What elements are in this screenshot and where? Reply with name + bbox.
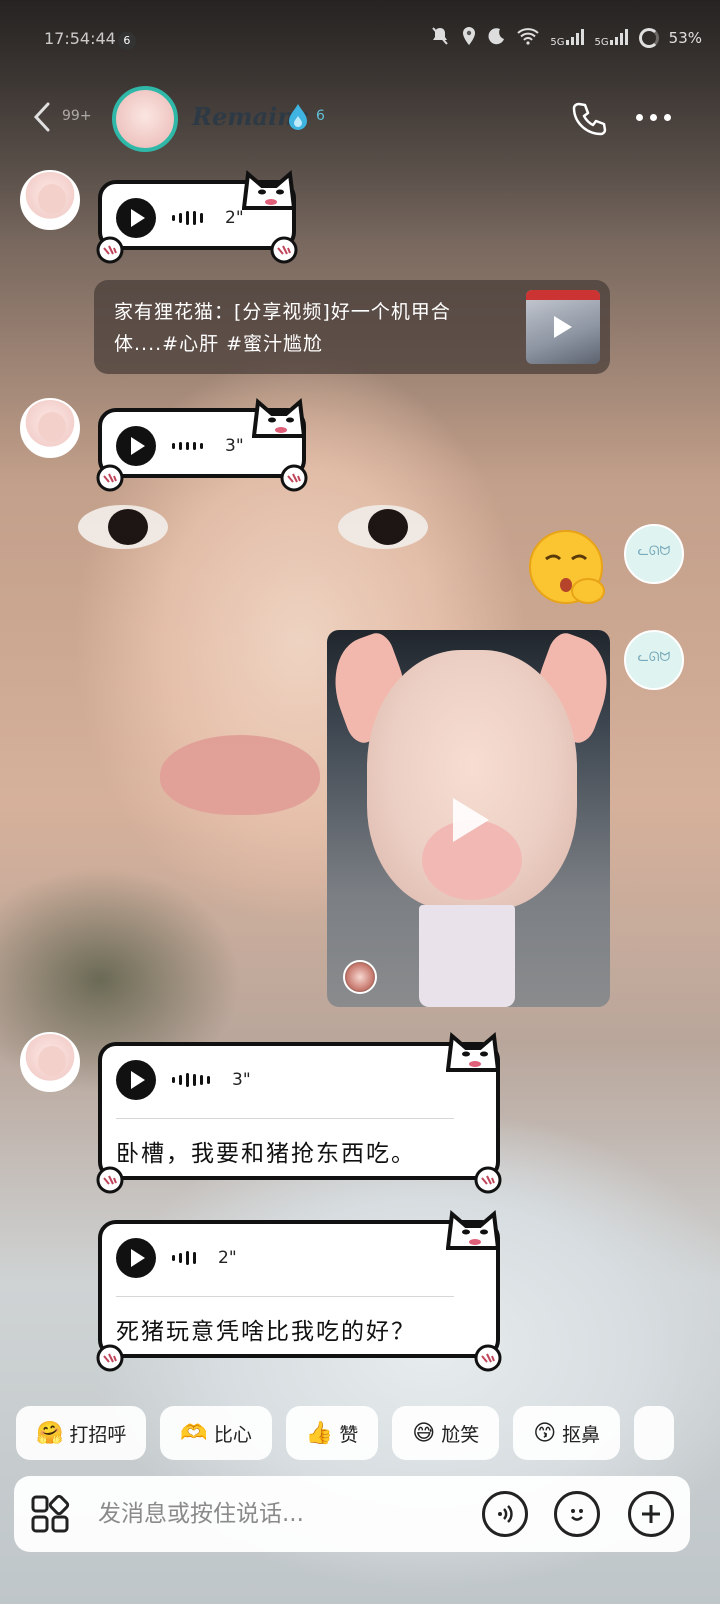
paw-decoration-icon	[474, 1166, 502, 1194]
voice-waveform	[172, 211, 203, 225]
voice-waveform	[172, 1073, 210, 1087]
quick-reply-nose-pick[interactable]: 😙 抠鼻	[513, 1406, 621, 1460]
location-icon	[460, 26, 478, 50]
paw-decoration-icon	[96, 464, 124, 492]
moon-icon	[488, 27, 506, 49]
voice-message[interactable]: 3"	[96, 398, 308, 492]
sound-wave-icon	[498, 1505, 513, 1523]
system-icons: 5G 5G 53%	[430, 26, 702, 50]
battery-icon	[638, 28, 659, 48]
cat-ear-decoration-icon	[242, 170, 296, 210]
streak-count: 6	[316, 108, 325, 124]
apps-grid-icon[interactable]	[30, 1494, 70, 1534]
my-avatar[interactable]	[624, 524, 684, 584]
paw-decoration-icon	[96, 1344, 124, 1372]
voice-message[interactable]: 2"	[96, 170, 298, 264]
unread-count: 99+	[62, 108, 92, 124]
quick-reply-hello[interactable]: 🤗 打招呼	[16, 1406, 147, 1460]
paw-decoration-icon	[474, 1344, 502, 1372]
paw-decoration-icon	[96, 236, 124, 264]
voice-input-button[interactable]	[482, 1491, 528, 1537]
play-voice-button[interactable]	[116, 1060, 156, 1100]
voice-transcript: 卧槽，我要和猪抢东西吃。	[116, 1141, 416, 1167]
voice-duration: 2"	[225, 208, 244, 228]
thinking-shush-emoji-icon	[529, 530, 605, 604]
streak-drop-icon	[286, 102, 310, 132]
video-message[interactable]	[327, 630, 610, 1007]
hug-emoji-icon: 🤗	[36, 1420, 64, 1446]
heart-hands-emoji-icon: 🫶	[180, 1420, 208, 1446]
voice-waveform	[172, 1251, 196, 1265]
voice-message-with-transcript[interactable]: 2" 死猪玩意凭啥比我吃的好？	[96, 1210, 502, 1372]
message-input[interactable]	[98, 1494, 458, 1534]
shared-video-card[interactable]: 家有狸花猫：[分享视频]好一个机甲合体....#心肝 #蜜汁尴尬	[94, 280, 610, 374]
thumbs-up-emoji-icon: 👍	[305, 1420, 334, 1446]
voice-duration: 3"	[232, 1070, 251, 1090]
phone-icon	[572, 102, 607, 136]
sender-avatar[interactable]	[20, 170, 80, 230]
signal-5g-icon: 5G	[550, 28, 584, 48]
call-button[interactable]	[570, 100, 608, 138]
status-time: 17:54:44 6	[44, 29, 136, 50]
voice-duration: 3"	[225, 436, 244, 456]
shared-video-text: 家有狸花猫：[分享视频]好一个机甲合体....#心肝 #蜜汁尴尬	[114, 301, 451, 355]
quick-reply-heart[interactable]: 🫶 比心	[160, 1406, 272, 1460]
contact-avatar[interactable]	[112, 86, 178, 152]
paw-decoration-icon	[280, 464, 308, 492]
voice-transcript: 死猪玩意凭啥比我吃的好？	[116, 1319, 416, 1345]
cat-ear-decoration-icon	[446, 1032, 500, 1072]
quick-reply-like[interactable]: 👍 赞	[285, 1406, 379, 1460]
plus-icon	[642, 1505, 660, 1523]
nose-pick-emoji-icon: 😙	[533, 1420, 557, 1446]
cat-ear-decoration-icon	[446, 1210, 500, 1250]
message-input-bar	[14, 1476, 690, 1552]
add-button[interactable]	[628, 1491, 674, 1537]
signal-5g-icon-2: 5G	[595, 28, 629, 48]
shared-video-thumbnail[interactable]	[526, 290, 600, 364]
play-voice-button[interactable]	[116, 426, 156, 466]
paw-decoration-icon	[96, 1166, 124, 1194]
video-author-avatar[interactable]	[343, 960, 377, 994]
battery-level: 53%	[668, 29, 702, 47]
play-icon[interactable]	[453, 798, 489, 842]
quick-reply-more[interactable]	[634, 1406, 675, 1460]
my-avatar[interactable]	[624, 630, 684, 690]
play-icon	[554, 316, 572, 338]
mute-bell-icon	[430, 26, 450, 50]
chat-header: 99+ Remains 6	[0, 80, 720, 160]
sweat-smile-emoji-icon: 😅	[412, 1420, 436, 1446]
emoji-button[interactable]	[554, 1491, 600, 1537]
voice-duration: 2"	[218, 1248, 237, 1268]
sender-avatar[interactable]	[20, 398, 80, 458]
voice-message-with-transcript[interactable]: 3" 卧槽，我要和猪抢东西吃。	[96, 1032, 502, 1194]
wifi-icon	[516, 27, 540, 49]
voice-waveform	[172, 442, 203, 450]
chevron-left-icon	[33, 102, 50, 132]
play-voice-button[interactable]	[116, 198, 156, 238]
sender-avatar[interactable]	[20, 1032, 80, 1092]
emoji-sticker[interactable]	[526, 525, 612, 611]
smiley-icon	[571, 1509, 583, 1521]
play-voice-button[interactable]	[116, 1238, 156, 1278]
cat-ear-decoration-icon	[252, 398, 306, 438]
more-options-button[interactable]	[636, 114, 676, 124]
paw-decoration-icon	[270, 236, 298, 264]
notification-count-badge: 6	[117, 32, 136, 50]
quick-reply-bar: 🤗 打招呼 🫶 比心 👍 赞 😅 尬笑 😙 抠鼻	[16, 1406, 720, 1462]
quick-reply-awkward-smile[interactable]: 😅 尬笑	[392, 1406, 500, 1460]
status-bar: 17:54:44 6 5G 5G 53%	[0, 0, 720, 80]
